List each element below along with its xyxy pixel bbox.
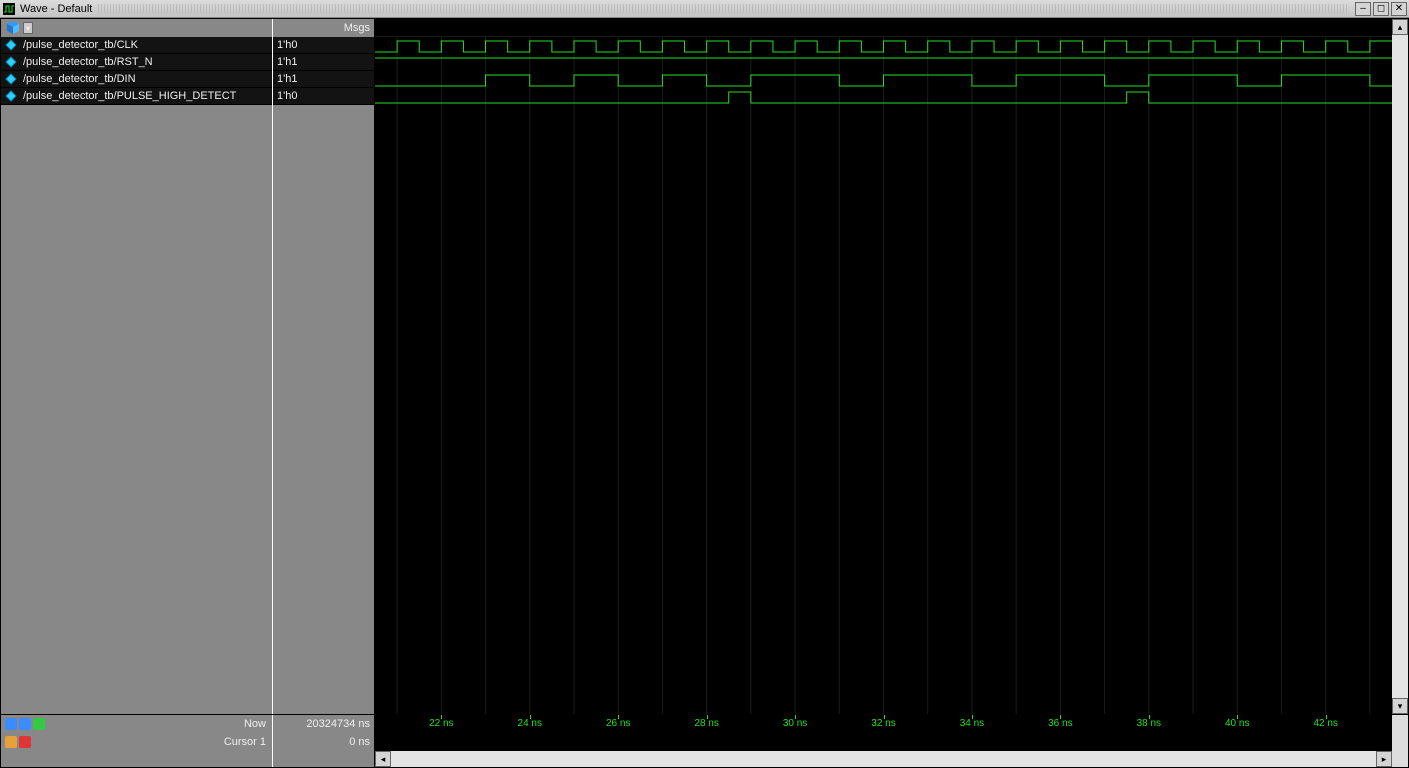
window-minimize-button[interactable]: – <box>1355 2 1371 16</box>
signal-value[interactable]: 1'h1 <box>273 71 374 88</box>
main-area: ▾ /pulse_detector_tb/CLK/pulse_detector_… <box>0 18 1409 768</box>
waveform-canvas[interactable] <box>375 37 1392 714</box>
time-ruler[interactable]: 22 ns24 ns26 ns28 ns30 ns32 ns34 ns36 ns… <box>375 715 1392 733</box>
window-close-button[interactable]: ✕ <box>1391 2 1407 16</box>
signal-row[interactable]: /pulse_detector_tb/PULSE_HIGH_DETECT <box>1 88 272 105</box>
signal-values-empty[interactable] <box>273 105 374 714</box>
signal-value[interactable]: 1'h0 <box>273 88 374 105</box>
horizontal-scrollbar: ◂ ▸ <box>375 751 1392 767</box>
cursor-icon-1[interactable] <box>5 736 17 748</box>
values-header: Msgs <box>273 19 374 37</box>
object-browser-icon[interactable] <box>5 21 21 35</box>
msgs-label: Msgs <box>344 22 370 34</box>
cursor-track[interactable] <box>375 733 1392 751</box>
marker-icon-3[interactable] <box>33 718 45 730</box>
waveform-header[interactable] <box>375 19 1392 37</box>
signal-values-column: Msgs 1'h01'h11'h11'h0 <box>273 19 375 714</box>
window-title: Wave - Default <box>20 3 92 15</box>
signal-diamond-icon <box>5 39 19 51</box>
signal-names-empty[interactable] <box>1 105 272 714</box>
cursor-label: Cursor 1 <box>37 736 266 748</box>
now-value: 20324734 ns <box>273 715 375 733</box>
signal-row[interactable]: /pulse_detector_tb/DIN <box>1 71 272 88</box>
cursor-icon-2[interactable] <box>19 736 31 748</box>
marker-icon-2[interactable] <box>19 718 31 730</box>
wave-panels: ▾ /pulse_detector_tb/CLK/pulse_detector_… <box>0 18 1409 715</box>
titlebar-drag-area[interactable] <box>98 4 1349 14</box>
signal-diamond-icon <box>5 90 19 102</box>
vscroll-up-button[interactable]: ▴ <box>1392 19 1408 35</box>
hscroll-right-button[interactable]: ▸ <box>1376 751 1392 767</box>
waveform-column <box>375 19 1392 714</box>
vscroll-down-button[interactable]: ▾ <box>1392 698 1408 714</box>
now-label: Now <box>51 718 266 730</box>
signal-diamond-icon <box>5 56 19 68</box>
signal-name-label: /pulse_detector_tb/DIN <box>23 73 272 85</box>
signal-row[interactable]: /pulse_detector_tb/RST_N <box>1 54 272 71</box>
now-row: Now 20324734 ns 22 ns24 ns26 ns28 ns30 n… <box>1 715 1408 733</box>
cursor-value: 0 ns <box>273 733 375 751</box>
horizontal-scrollbar-row: ◂ ▸ <box>1 751 1408 767</box>
signal-names-list: /pulse_detector_tb/CLK/pulse_detector_tb… <box>1 37 272 105</box>
signal-toolbar: ▾ <box>1 19 272 37</box>
signal-name-label: /pulse_detector_tb/CLK <box>23 39 272 51</box>
vertical-scrollbar: ▴ ▾ <box>1392 19 1408 714</box>
vscroll-track[interactable] <box>1392 35 1408 698</box>
window-titlebar: Wave - Default – ◻ ✕ <box>0 0 1409 18</box>
wave-app-icon <box>2 2 16 16</box>
signal-value[interactable]: 1'h0 <box>273 37 374 54</box>
hscroll-left-button[interactable]: ◂ <box>375 751 391 767</box>
marker-icon-1[interactable] <box>5 718 17 730</box>
signal-values-list: 1'h01'h11'h11'h0 <box>273 37 374 105</box>
window-maximize-button[interactable]: ◻ <box>1373 2 1389 16</box>
signal-names-column: ▾ /pulse_detector_tb/CLK/pulse_detector_… <box>1 19 273 714</box>
signal-name-label: /pulse_detector_tb/RST_N <box>23 56 272 68</box>
signal-value[interactable]: 1'h1 <box>273 54 374 71</box>
footer-area: Now 20324734 ns 22 ns24 ns26 ns28 ns30 n… <box>0 715 1409 768</box>
cursor-row: Cursor 1 0 ns <box>1 733 1408 751</box>
signal-name-label: /pulse_detector_tb/PULSE_HIGH_DETECT <box>23 90 272 102</box>
hscroll-track[interactable] <box>391 751 1376 767</box>
signal-row[interactable]: /pulse_detector_tb/CLK <box>1 37 272 54</box>
signal-toolbar-dropdown[interactable]: ▾ <box>23 22 33 34</box>
signal-diamond-icon <box>5 73 19 85</box>
